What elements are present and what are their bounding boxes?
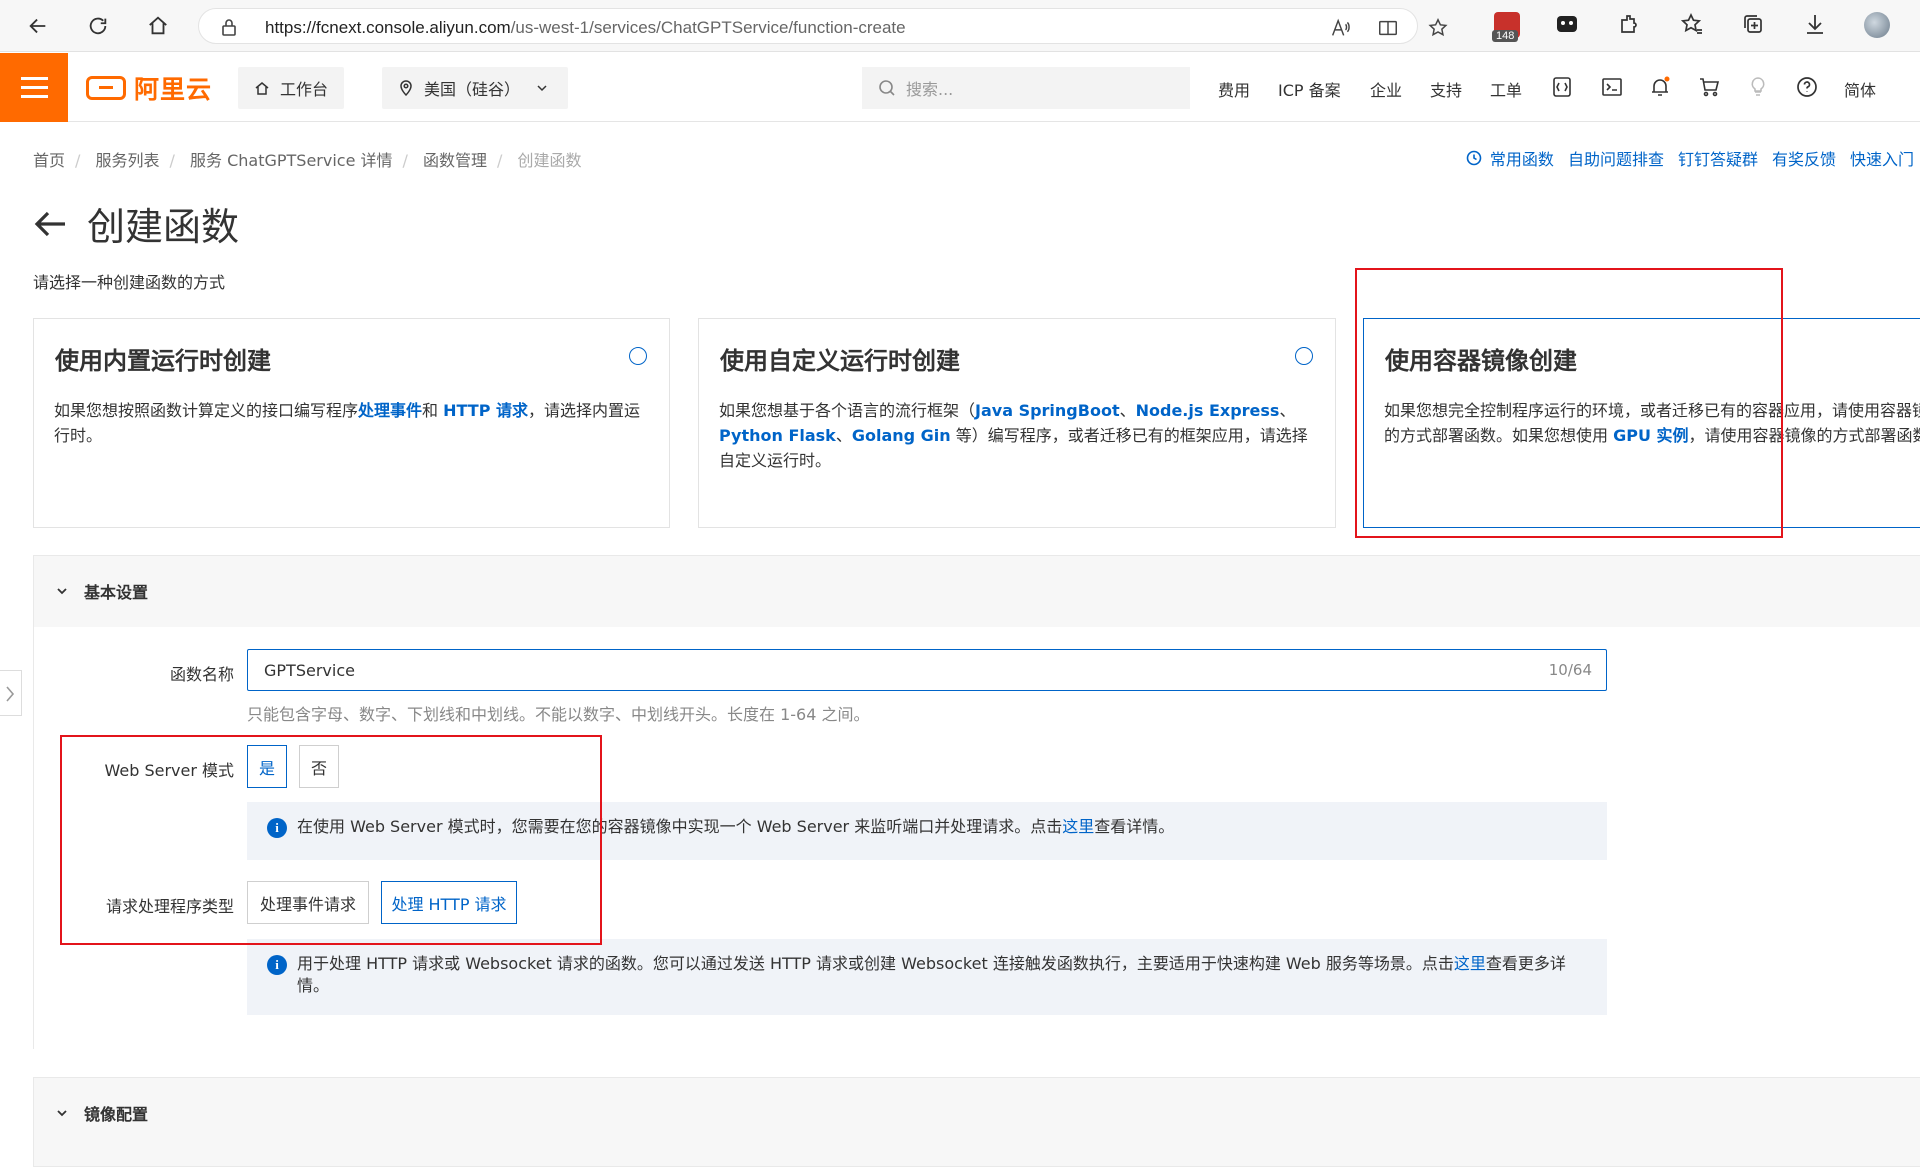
extension-games-icon[interactable] <box>1555 12 1581 38</box>
link-common-functions[interactable]: 常用函数 <box>1490 146 1554 170</box>
card-custom-runtime[interactable]: 使用自定义运行时创建 如果您想基于各个语言的流行框架（Java SpringBo… <box>698 318 1336 528</box>
chevron-down-icon <box>537 85 547 92</box>
home-icon <box>255 82 269 95</box>
region-selector[interactable]: 美国（硅谷） <box>382 67 568 109</box>
function-name-label: 函数名称 <box>169 665 234 684</box>
chevron-down-icon <box>57 1110 67 1117</box>
collections-icon[interactable] <box>1741 12 1767 38</box>
link-icp[interactable]: ICP 备案 <box>1278 77 1341 101</box>
highlight-box <box>1355 268 1783 538</box>
url-text: https://fcnext.console.aliyun.com/us-wes… <box>265 18 906 37</box>
breadcrumb: 首页 / 服务列表 / 服务 ChatGPTService 详情 / 函数管理 / 创建… <box>33 151 582 170</box>
image-config-section: 镜像配置 <box>33 1077 1920 1167</box>
link-troubleshoot[interactable]: 自助问题排查 <box>1568 146 1664 170</box>
page-title: 创建函数 <box>33 196 239 251</box>
function-name-input[interactable]: GPTService 10/64 <box>247 649 1607 691</box>
download-icon[interactable] <box>1803 12 1829 38</box>
location-icon <box>400 80 412 96</box>
extensions-icon[interactable] <box>1618 12 1644 38</box>
page-subtitle: 请选择一种创建函数的方式 <box>33 273 226 292</box>
aliyun-logo[interactable]: 阿里云 <box>86 73 212 104</box>
help-icon[interactable] <box>1795 75 1819 99</box>
reader-view-icon[interactable] <box>1377 17 1399 39</box>
image-config-header[interactable]: 镜像配置 <box>34 1078 1920 1148</box>
char-counter: 10/64 <box>1548 661 1592 679</box>
openapi-icon[interactable] <box>1550 75 1574 99</box>
handler-notice: i 用于处理 HTTP 请求或 Websocket 请求的函数。您可以通过发送 … <box>247 939 1607 1015</box>
console-header: 阿里云 工作台 美国（硅谷） 搜索... 费用 ICP 备案 企业 支持 工单 … <box>0 53 1920 122</box>
search-input[interactable]: 搜索... <box>862 67 1190 109</box>
home-icon[interactable] <box>142 10 174 42</box>
link-feedback[interactable]: 有奖反馈 <box>1772 146 1836 170</box>
clock-icon <box>1466 150 1482 166</box>
profile-avatar[interactable] <box>1864 12 1890 38</box>
breadcrumb-service-detail[interactable]: 服务 ChatGPTService 详情 <box>190 151 393 170</box>
favorites-icon[interactable] <box>1680 12 1706 38</box>
web-server-details-link[interactable]: 这里 <box>1062 817 1094 836</box>
extension-badge: 148 <box>1492 30 1519 42</box>
back-icon[interactable] <box>22 10 54 42</box>
radio-builtin-runtime[interactable] <box>629 347 647 365</box>
arrow-left-icon[interactable] <box>33 209 67 239</box>
lock-icon <box>222 19 236 36</box>
breadcrumb-services[interactable]: 服务列表 <box>96 151 160 170</box>
card-description: 如果您想基于各个语言的流行框架（Java SpringBoot、Node.js … <box>719 401 1308 470</box>
bell-icon[interactable] <box>1648 75 1672 99</box>
menu-button[interactable] <box>0 53 68 122</box>
link-quick-start[interactable]: 快速入门 <box>1850 146 1914 170</box>
link-dingtalk-group[interactable]: 钉钉答疑群 <box>1678 146 1758 170</box>
card-description: 如果您想按照函数计算定义的接口编写程序处理事件和 HTTP 请求，请选择内置运行… <box>54 401 641 445</box>
breadcrumb-home[interactable]: 首页 <box>33 151 65 170</box>
chevron-right-icon <box>6 686 15 702</box>
basic-settings-header[interactable]: 基本设置 <box>34 556 1920 626</box>
info-icon: i <box>267 955 287 975</box>
function-name-help: 只能包含字母、数字、下划线和中划线。不能以数字、中划线开头。长度在 1-64 之… <box>247 705 870 724</box>
card-builtin-runtime[interactable]: 使用内置运行时创建 如果您想按照函数计算定义的接口编写程序处理事件和 HTTP … <box>33 318 670 528</box>
breadcrumb-current: 创建函数 <box>517 151 582 170</box>
cart-icon[interactable] <box>1697 75 1721 99</box>
highlight-box <box>60 735 602 945</box>
link-support[interactable]: 支持 <box>1430 77 1462 101</box>
workbench-button[interactable]: 工作台 <box>238 67 345 109</box>
refresh-icon[interactable] <box>82 10 114 42</box>
terminal-icon[interactable] <box>1600 75 1624 99</box>
quick-links: 常用函数 自助问题排查 钉钉答疑群 有奖反馈 快速入门 <box>1466 146 1920 170</box>
search-icon <box>879 80 895 96</box>
breadcrumb-functions[interactable]: 函数管理 <box>423 151 487 170</box>
address-bar[interactable]: https://fcnext.console.aliyun.com/us-wes… <box>198 8 1448 44</box>
browser-toolbar: https://fcnext.console.aliyun.com/us-wes… <box>0 0 1920 52</box>
read-aloud-icon[interactable] <box>1329 17 1351 39</box>
chevron-down-icon <box>57 588 67 595</box>
link-enterprise[interactable]: 企业 <box>1370 77 1402 101</box>
favorite-add-icon[interactable] <box>1427 17 1449 39</box>
link-ticket[interactable]: 工单 <box>1490 77 1522 101</box>
lightbulb-icon[interactable] <box>1746 75 1770 99</box>
handler-details-link[interactable]: 这里 <box>1454 954 1486 973</box>
side-panel-toggle[interactable] <box>0 670 22 716</box>
link-fees[interactable]: 费用 <box>1218 77 1250 101</box>
radio-custom-runtime[interactable] <box>1295 347 1313 365</box>
language-switch[interactable]: 简体 <box>1844 77 1876 101</box>
